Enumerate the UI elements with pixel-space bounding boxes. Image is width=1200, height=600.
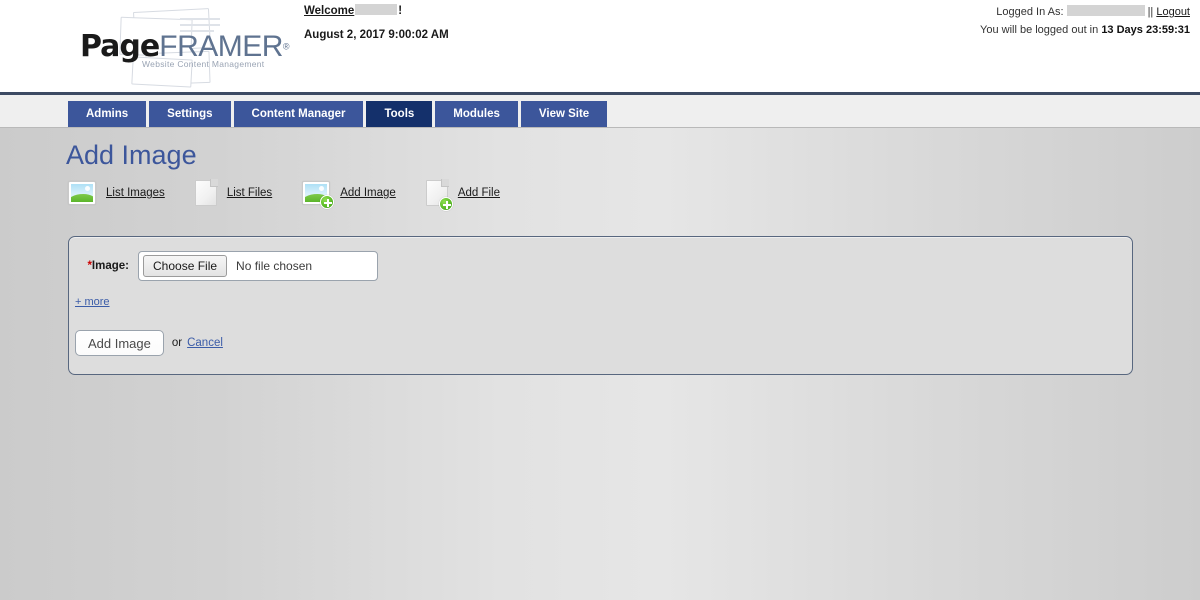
session-separator: || <box>1147 6 1154 18</box>
toolbar-label-add-file: Add File <box>457 187 500 199</box>
session-block: Logged In As: || Logout You will be logge… <box>980 4 1190 38</box>
content-area: Add Image List Images List Files Add Ima… <box>0 128 1200 600</box>
image-file-input[interactable]: Choose File No file chosen <box>138 251 378 281</box>
nav-tab-modules[interactable]: Modules <box>435 101 518 127</box>
file-icon <box>194 179 218 206</box>
logo[interactable]: PageFRAMER® Website Content Management <box>76 4 290 88</box>
logo-tagline: Website Content Management <box>142 59 265 69</box>
form-actions: Add Image or Cancel <box>75 330 223 356</box>
more-options-link[interactable]: + more <box>75 296 110 308</box>
plus-badge-icon <box>320 195 335 209</box>
nav-tab-content-manager[interactable]: Content Manager <box>233 101 364 127</box>
media-toolbar: List Images List Files Add Image Add Fil… <box>68 179 530 211</box>
current-datetime: August 2, 2017 9:00:02 AM <box>304 29 449 41</box>
file-status-text: No file chosen <box>236 259 313 273</box>
cancel-link[interactable]: Cancel <box>187 337 223 349</box>
plus-badge-icon <box>438 197 453 211</box>
welcome-suffix: ! <box>398 5 403 17</box>
nav-tab-view-site[interactable]: View Site <box>520 101 608 127</box>
welcome-label: Welcome <box>304 5 355 17</box>
nav-tab-settings[interactable]: Settings <box>149 101 231 127</box>
logout-link[interactable]: Logout <box>1156 6 1190 18</box>
choose-file-button[interactable]: Choose File <box>143 255 228 277</box>
page-header: PageFRAMER® Website Content Management W… <box>0 0 1200 95</box>
add-image-submit-button[interactable]: Add Image <box>75 330 164 356</box>
toolbar-item-add-file[interactable]: Add File <box>425 179 500 211</box>
logout-countdown-timer: 13 Days 23:59:31 <box>1101 24 1190 36</box>
image-icon <box>68 181 96 205</box>
toolbar-item-list-images[interactable]: List Images <box>68 181 165 205</box>
image-label-text: Image: <box>91 260 129 272</box>
nav-tab-admins[interactable]: Admins <box>68 101 147 127</box>
nav-tab-tools[interactable]: Tools <box>366 101 433 127</box>
image-add-icon <box>302 181 335 209</box>
redacted-logged-in-user <box>1066 5 1145 16</box>
toolbar-item-add-image[interactable]: Add Image <box>302 181 396 209</box>
or-label: or <box>171 337 183 349</box>
image-field-row: *Image: Choose File No file chosen <box>75 251 378 281</box>
toolbar-label-list-files: List Files <box>226 187 273 199</box>
logout-notice-label: You will be logged out in <box>980 24 1099 36</box>
welcome-block: Welcome! August 2, 2017 9:00:02 AM <box>304 3 449 42</box>
registered-trademark-icon: ® <box>282 41 290 52</box>
add-image-form-panel: *Image: Choose File No file chosen + mor… <box>68 236 1133 375</box>
redacted-username <box>355 4 398 15</box>
main-navigation: Admins Settings Content Manager Tools Mo… <box>0 95 1200 128</box>
page-title: Add Image <box>66 140 197 170</box>
toolbar-item-list-files[interactable]: List Files <box>194 179 273 206</box>
logo-wordmark: PageFRAMER® <box>80 32 290 62</box>
logged-in-as-label: Logged In As: <box>996 6 1064 18</box>
image-field-label: *Image: <box>75 260 129 272</box>
toolbar-label-list-images: List Images <box>106 187 165 199</box>
file-add-icon <box>425 179 453 211</box>
toolbar-label-add-image: Add Image <box>340 187 396 199</box>
